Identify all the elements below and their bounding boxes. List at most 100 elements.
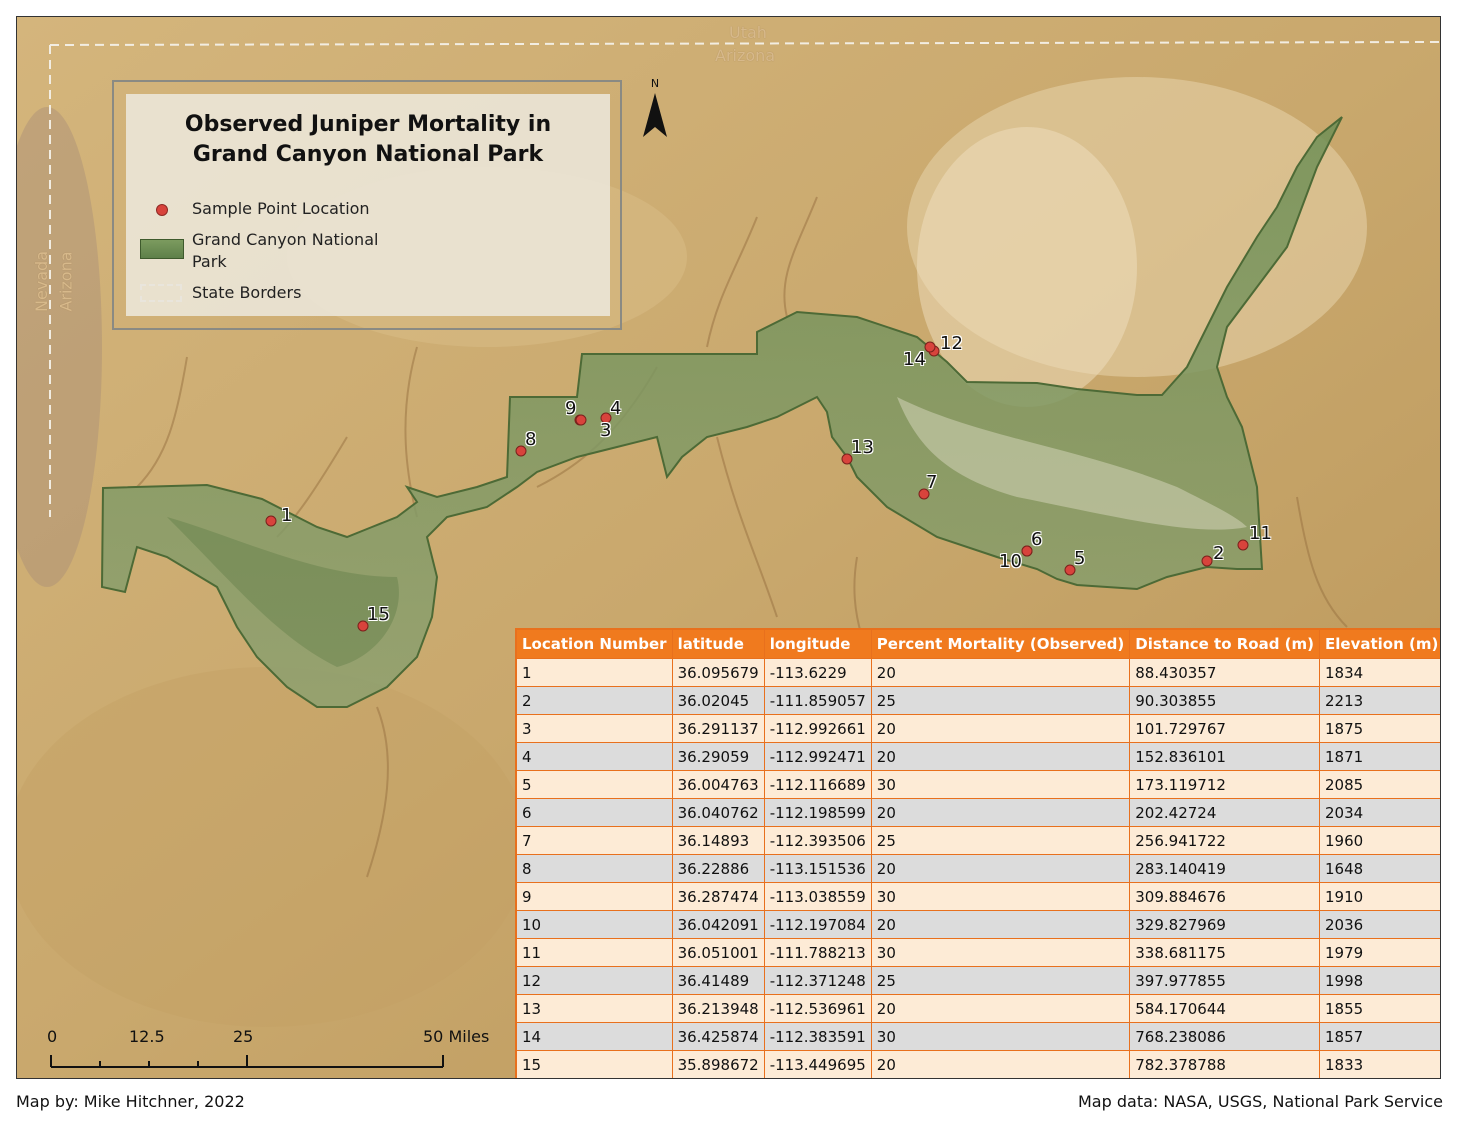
table-body: 1 36.095679 -113.6229 20 88.430357 1834 2 36.02… <box>515 658 1440 1078</box>
table-row: 1 36.095679 -113.6229 20 88.430357 1834 <box>515 658 1440 687</box>
scale-label: 50 Miles <box>423 1027 490 1046</box>
column-header: Location Number <box>515 628 673 659</box>
table-cell: -112.536961 <box>763 994 872 1023</box>
table-cell: 15 <box>515 1050 673 1078</box>
table-row: 9 36.287474 -113.038559 30 309.884676 1910 <box>515 882 1440 911</box>
table-cell: 1833 <box>1319 1050 1440 1078</box>
table-cell: 36.004763 <box>671 770 765 799</box>
table-cell: 30 <box>870 882 1131 911</box>
table-cell: -111.859057 <box>763 686 872 715</box>
sample-point-label: 6 <box>1031 529 1043 550</box>
table-cell: 36.040762 <box>671 798 765 827</box>
table-cell: -111.788213 <box>763 938 872 967</box>
table-cell: 36.29059 <box>671 742 765 771</box>
table-row: 14 36.425874 -112.383591 30 768.238086 1857 <box>515 1022 1440 1051</box>
scale-bar-ruler <box>50 1055 444 1068</box>
sample-point-label: 13 <box>851 437 874 458</box>
table-cell: 36.41489 <box>671 966 765 995</box>
sample-point-9 <box>575 414 587 426</box>
table-cell: -112.197084 <box>763 910 872 939</box>
table-cell: 768.238086 <box>1129 1022 1321 1051</box>
table-cell: 20 <box>870 854 1131 883</box>
table-cell: 256.941722 <box>1129 826 1321 855</box>
table-cell: -112.371248 <box>763 966 872 995</box>
table-cell: 88.430357 <box>1129 658 1321 687</box>
table-cell: 20 <box>870 798 1131 827</box>
table-cell: 25 <box>870 686 1131 715</box>
sample-point-label: 12 <box>940 333 963 354</box>
table-cell: -112.992661 <box>763 714 872 743</box>
table-cell: 1857 <box>1319 1022 1440 1051</box>
table-cell: 2085 <box>1319 770 1440 799</box>
sample-point-label: 15 <box>367 604 390 625</box>
table-cell: 36.051001 <box>671 938 765 967</box>
table-row: 15 35.898672 -113.449695 20 782.378788 1833 <box>515 1050 1440 1078</box>
table-cell: 12 <box>515 966 673 995</box>
data-table: Location Number latitude longitude Perce… <box>515 628 1440 1078</box>
table-cell: 20 <box>870 658 1131 687</box>
table-cell: 1834 <box>1319 658 1440 687</box>
table-cell: -112.393506 <box>763 826 872 855</box>
table-cell: 25 <box>870 966 1131 995</box>
column-header: longitude <box>763 628 872 659</box>
table-row: 10 36.042091 -112.197084 20 329.827969 2036 <box>515 910 1440 939</box>
sample-point-label: 3 <box>600 420 612 441</box>
scale-bar: 0 12.5 25 50 Miles <box>47 1027 497 1077</box>
sample-point-label: 2 <box>1213 543 1225 564</box>
table-cell: 1648 <box>1319 854 1440 883</box>
column-header: Elevation (m) <box>1319 628 1440 659</box>
map-author-credit: Map by: Mike Hitchner, 2022 <box>16 1092 245 1111</box>
table-row: 4 36.29059 -112.992471 20 152.836101 1871 <box>515 742 1440 771</box>
table-cell: 14 <box>515 1022 673 1051</box>
table-cell: 36.042091 <box>671 910 765 939</box>
table-cell: 30 <box>870 770 1131 799</box>
table-row: 3 36.291137 -112.992661 20 101.729767 1875 <box>515 714 1440 743</box>
table-cell: 1871 <box>1319 742 1440 771</box>
table-cell: 20 <box>870 910 1131 939</box>
table-header-row: Location Number latitude longitude Perce… <box>515 628 1440 659</box>
table-row: 6 36.040762 -112.198599 20 202.42724 2034 <box>515 798 1440 827</box>
table-cell: 36.02045 <box>671 686 765 715</box>
sample-point-label: 8 <box>525 429 537 450</box>
table-cell: -113.038559 <box>763 882 872 911</box>
table-cell: 90.303855 <box>1129 686 1321 715</box>
table-cell: 10 <box>515 910 673 939</box>
table-cell: 36.287474 <box>671 882 765 911</box>
table-cell: 397.977855 <box>1129 966 1321 995</box>
table-row: 7 36.14893 -112.393506 25 256.941722 1960 <box>515 826 1440 855</box>
table-cell: 8 <box>515 854 673 883</box>
table-cell: 30 <box>870 938 1131 967</box>
table-row: 5 36.004763 -112.116689 30 173.119712 2085 <box>515 770 1440 799</box>
sample-point-11 <box>1237 539 1249 551</box>
table-cell: 30 <box>870 1022 1131 1051</box>
table-cell: 2213 <box>1319 686 1440 715</box>
column-header: Distance to Road (m) <box>1129 628 1321 659</box>
sample-point-2 <box>1201 555 1213 567</box>
table-cell: 20 <box>870 994 1131 1023</box>
table-cell: -112.383591 <box>763 1022 872 1051</box>
sample-point-label: 7 <box>926 472 938 493</box>
table-cell: 36.14893 <box>671 826 765 855</box>
sample-point-14 <box>924 341 936 353</box>
sample-point-label: 5 <box>1074 548 1086 569</box>
table-cell: 3 <box>515 714 673 743</box>
table-cell: 36.095679 <box>671 658 765 687</box>
scale-label: 12.5 <box>129 1027 165 1046</box>
table-cell: 20 <box>870 1050 1131 1078</box>
table-cell: 1960 <box>1319 826 1440 855</box>
map-data-credit: Map data: NASA, USGS, National Park Serv… <box>1078 1092 1443 1111</box>
table-cell: 202.42724 <box>1129 798 1321 827</box>
table-cell: 152.836101 <box>1129 742 1321 771</box>
table-row: 2 36.02045 -111.859057 25 90.303855 2213 <box>515 686 1440 715</box>
table-cell: 13 <box>515 994 673 1023</box>
table-cell: 309.884676 <box>1129 882 1321 911</box>
table-cell: 283.140419 <box>1129 854 1321 883</box>
table-cell: 36.425874 <box>671 1022 765 1051</box>
sample-point-label: 11 <box>1249 523 1272 544</box>
sample-point-label: 10 <box>999 551 1022 572</box>
table-cell: -112.992471 <box>763 742 872 771</box>
column-header: latitude <box>671 628 765 659</box>
table-cell: -113.6229 <box>763 658 872 687</box>
table-row: 13 36.213948 -112.536961 20 584.170644 1855 <box>515 994 1440 1023</box>
table-cell: 338.681175 <box>1129 938 1321 967</box>
